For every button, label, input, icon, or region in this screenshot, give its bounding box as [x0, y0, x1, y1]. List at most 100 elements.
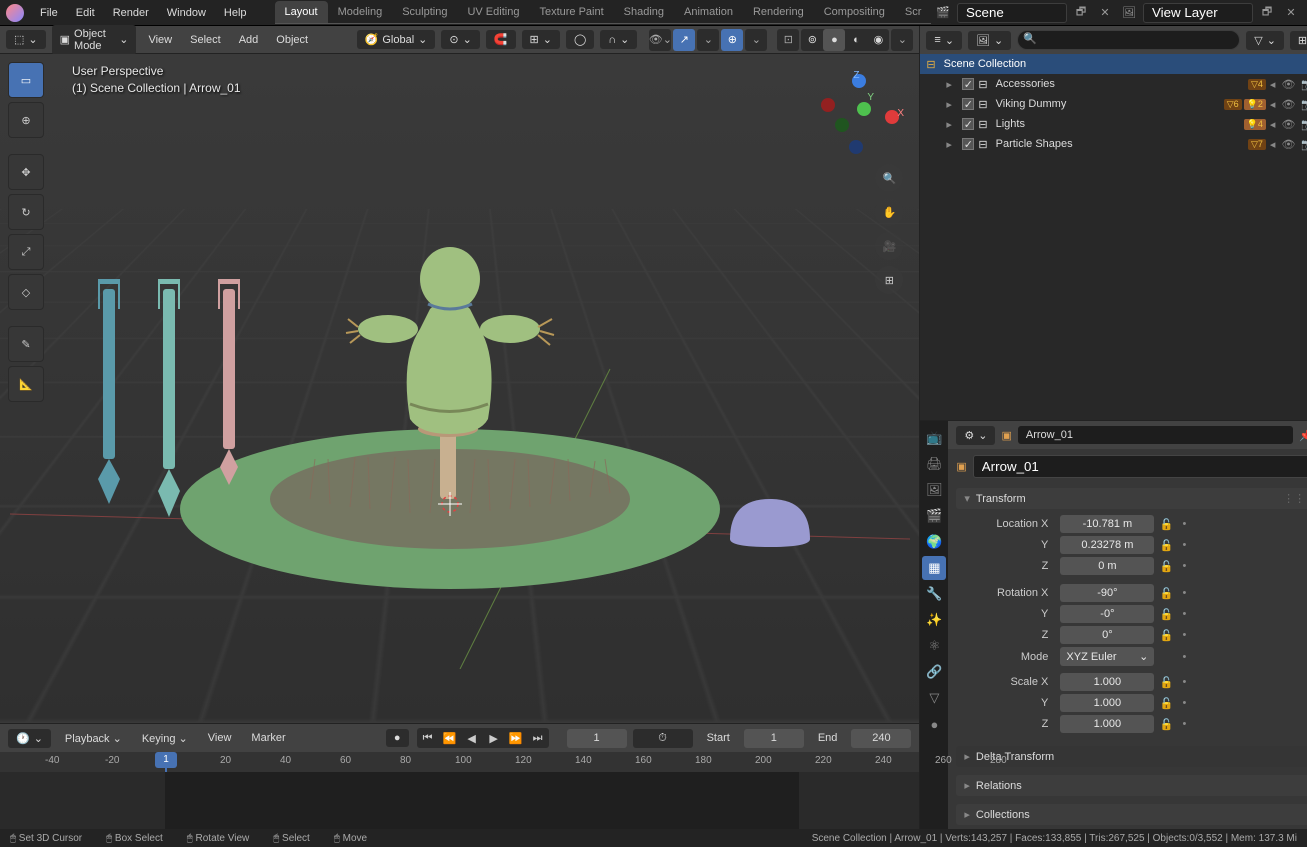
workspace-animation[interactable]: Animation [674, 1, 743, 23]
jump-end-button[interactable]: ⏭ [527, 728, 549, 748]
lock-icon[interactable]: 🔓 [1158, 673, 1174, 691]
shading-rendered-icon[interactable]: ◉ [867, 29, 889, 51]
exclude-icon[interactable]: ◂ [1270, 138, 1276, 151]
outliner-item-accessories[interactable]: ▸ ✓ ⊟ Accessories ▽4 ◂👁📷 [920, 74, 1307, 94]
hide-icon[interactable]: 👁 [1281, 118, 1295, 131]
tab-output-icon[interactable]: 🖨 [922, 452, 946, 476]
transform-panel-header[interactable]: ▾ Transform ⋮⋮ [956, 488, 1307, 509]
relations-panel-header[interactable]: ▸ Relations [956, 775, 1307, 796]
outliner-item-particle[interactable]: ▸ ✓ ⊟ Particle Shapes ▽7 ◂👁📷 [920, 134, 1307, 154]
workspace-uv[interactable]: UV Editing [457, 1, 529, 23]
play-forward-button[interactable]: ▶ [483, 728, 505, 748]
proportional-settings[interactable]: ∩ ⌄ [600, 30, 637, 49]
rot-z-input[interactable]: 0° [1060, 626, 1154, 644]
collection-checkbox[interactable]: ✓ [962, 98, 974, 110]
workspace-layout[interactable]: Layout [275, 1, 328, 23]
fps-icon[interactable]: ⏱ [633, 729, 693, 748]
scale-x-input[interactable]: 1.000 [1060, 673, 1154, 691]
shading-popover-icon[interactable]: ⌄ [891, 29, 913, 51]
exclude-icon[interactable]: ◂ [1270, 118, 1276, 131]
rotation-mode-select[interactable]: XYZ Euler⌄ [1060, 647, 1154, 666]
hide-icon[interactable]: 👁 [1281, 78, 1295, 91]
props-editor-type[interactable]: ⚙ ⌄ [956, 426, 995, 445]
proportional-edit[interactable]: ◯ [566, 30, 594, 49]
shading-material-icon[interactable]: ◐ [845, 29, 867, 51]
start-frame-input[interactable]: 1 [744, 729, 804, 748]
xray-toggle-icon[interactable]: ⊡ [777, 29, 799, 51]
menu-window[interactable]: Window [159, 3, 214, 23]
viewport-3d[interactable]: ▭ ⊕ ✥ ↻ ⤢ ◇ ✎ 📐 User Perspective (1) Sce… [0, 54, 919, 723]
menu-file[interactable]: File [32, 3, 66, 23]
tab-physics-icon[interactable]: ⚛ [922, 634, 946, 658]
scale-y-input[interactable]: 1.000 [1060, 694, 1154, 712]
scene-delete-icon[interactable]: ✕ [1095, 3, 1115, 23]
rot-x-input[interactable]: -90° [1060, 584, 1154, 602]
outliner-item-lights[interactable]: ▸ ✓ ⊟ Lights 💡4 ◂👁📷 [920, 114, 1307, 134]
disable-icon[interactable]: 📷 [1301, 78, 1307, 91]
scale-z-input[interactable]: 1.000 [1060, 715, 1154, 733]
add-menu[interactable]: Add [233, 31, 265, 49]
timeline-view-menu[interactable]: View [202, 729, 238, 747]
workspace-more[interactable]: Scr [895, 1, 932, 23]
outliner-filter-button[interactable]: ▽ ⌄ [1246, 31, 1284, 50]
tab-material-icon[interactable]: ● [922, 712, 946, 736]
disable-icon[interactable]: 📷 [1301, 138, 1307, 151]
lock-icon[interactable]: 🔓 [1158, 605, 1174, 623]
tab-particle-icon[interactable]: ✨ [922, 608, 946, 632]
viewlayer-delete-icon[interactable]: ✕ [1281, 3, 1301, 23]
editor-type-selector[interactable]: ⬚ ⌄ [6, 30, 46, 49]
tab-data-icon[interactable]: ▽ [922, 686, 946, 710]
disable-icon[interactable]: 📷 [1301, 118, 1307, 131]
tab-object-icon[interactable]: ▦ [922, 556, 946, 580]
timeline-playback-menu[interactable]: Playback ⌄ [59, 729, 128, 748]
overlay-popover-icon[interactable]: ⌄ [745, 29, 767, 51]
pivot-selector[interactable]: ⊙ ⌄ [441, 30, 479, 49]
timeline-track[interactable] [0, 772, 919, 829]
timeline-keying-menu[interactable]: Keying ⌄ [136, 729, 194, 748]
lock-icon[interactable]: 🔓 [1158, 626, 1174, 644]
lock-icon[interactable]: 🔓 [1158, 557, 1174, 575]
autokey-button[interactable]: ● [386, 729, 409, 747]
collection-checkbox[interactable]: ✓ [962, 138, 974, 150]
visibility-popover-icon[interactable]: 👁⌄ [649, 29, 671, 51]
workspace-shading[interactable]: Shading [614, 1, 674, 23]
object-name-input[interactable] [973, 455, 1307, 478]
current-frame-input[interactable]: 1 [567, 729, 627, 748]
gizmo-toggle-icon[interactable]: ↗ [673, 29, 695, 51]
tool-select-box[interactable]: ▭ [8, 62, 44, 98]
loc-y-input[interactable]: 0.23278 m [1060, 536, 1154, 554]
lock-icon[interactable]: 🔓 [1158, 694, 1174, 712]
scene-name-input[interactable] [957, 3, 1067, 23]
overlay-toggle-icon[interactable]: ⊕ [721, 29, 743, 51]
pin-icon[interactable]: 📌 [1299, 429, 1307, 442]
viewlayer-new-icon[interactable]: 🗗 [1257, 3, 1277, 23]
tab-scene-icon[interactable]: 🎬 [922, 504, 946, 528]
tab-viewlayer-icon[interactable]: 🖼 [922, 478, 946, 502]
tab-constraint-icon[interactable]: 🔗 [922, 660, 946, 684]
snap-settings[interactable]: ⊞ ⌄ [522, 30, 560, 49]
mode-selector[interactable]: ▣ Object Mode ⌄ [52, 25, 137, 55]
hide-icon[interactable]: 👁 [1281, 138, 1295, 151]
workspace-texturepaint[interactable]: Texture Paint [529, 1, 613, 23]
collection-checkbox[interactable]: ✓ [962, 118, 974, 130]
object-menu[interactable]: Object [270, 31, 314, 49]
exclude-icon[interactable]: ◂ [1270, 98, 1276, 111]
workspace-compositing[interactable]: Compositing [814, 1, 895, 23]
outliner-item-viking[interactable]: ▸ ✓ ⊟ Viking Dummy ▽6💡2 ◂👁📷 [920, 94, 1307, 114]
keyframe-prev-button[interactable]: ⏪ [439, 728, 461, 748]
loc-x-input[interactable]: -10.781 m [1060, 515, 1154, 533]
shading-wireframe-icon[interactable]: ⊚ [801, 29, 823, 51]
timeline-editor-type[interactable]: 🕐 ⌄ [8, 729, 51, 748]
play-reverse-button[interactable]: ◀ [461, 728, 483, 748]
loc-z-input[interactable]: 0 m [1060, 557, 1154, 575]
workspace-sculpting[interactable]: Sculpting [392, 1, 457, 23]
menu-render[interactable]: Render [105, 3, 157, 23]
viewlayer-name-input[interactable] [1143, 3, 1253, 23]
collections-panel-header[interactable]: ▸ Collections [956, 804, 1307, 825]
timeline-playhead[interactable]: 1 [165, 752, 167, 772]
lock-icon[interactable]: 🔓 [1158, 584, 1174, 602]
outliner-editor-type[interactable]: ≡ ⌄ [926, 31, 962, 50]
select-menu[interactable]: Select [184, 31, 227, 49]
keyframe-next-button[interactable]: ⏩ [505, 728, 527, 748]
timeline-ruler[interactable]: -40 -20 20 40 60 80 100 120 140 160 180 … [0, 752, 919, 772]
